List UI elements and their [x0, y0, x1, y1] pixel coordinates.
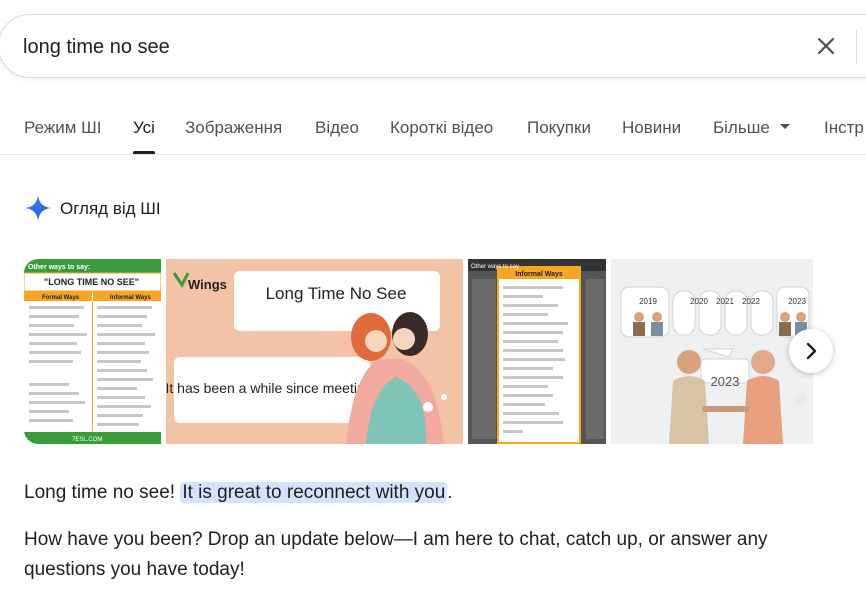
image-carousel: Other ways to say: "LONG TIME NO SEE" Fo… — [0, 259, 866, 444]
handshake-illustration: 2019 2020 2021 2022 2023 2023 — [611, 259, 813, 444]
year-label-4: 2022 — [742, 297, 760, 306]
year-label-5: 2023 — [788, 297, 806, 306]
image-thumbnail-1[interactable]: Other ways to say: "LONG TIME NO SEE" Fo… — [24, 259, 161, 444]
tab-news[interactable]: Новини — [622, 118, 681, 138]
illustration-image: Wings Long Time No See It has been a whi… — [166, 259, 463, 444]
tab-more[interactable]: Більше — [713, 118, 790, 138]
infographic-image-2: Other ways to say Informal Ways — [468, 259, 606, 444]
year-label-3: 2021 — [716, 297, 734, 306]
carousel-next-button[interactable] — [789, 329, 833, 373]
thumb3-col: Informal Ways — [515, 271, 563, 278]
tabs-divider — [0, 154, 866, 155]
tab-ai-mode[interactable]: Режим ШІ — [24, 118, 101, 138]
tab-tools[interactable]: Інстр — [824, 118, 864, 138]
thumb1-title: "LONG TIME NO SEE" — [44, 277, 139, 287]
year-label-2: 2020 — [690, 297, 708, 306]
infographic-image: Other ways to say: "LONG TIME NO SEE" Fo… — [24, 259, 161, 444]
search-tabs: Режим ШІ Усі Зображення Відео Короткі ві… — [0, 100, 866, 154]
year-label-1: 2019 — [639, 297, 657, 306]
thumb2-phrase: Long Time No See — [266, 284, 407, 303]
tab-videos[interactable]: Відео — [315, 118, 359, 138]
tab-all[interactable]: Усі — [133, 118, 155, 138]
chevron-right-icon — [806, 342, 817, 360]
thumb1-col1: Formal Ways — [42, 295, 80, 301]
tab-shopping[interactable]: Покупки — [527, 118, 591, 138]
thumb3-banner: Other ways to say — [471, 264, 519, 270]
caret-down-icon — [779, 124, 790, 130]
clear-button[interactable] — [809, 32, 843, 62]
tab-images[interactable]: Зображення — [185, 118, 282, 138]
thumb1-footer: 7ESL.COM — [72, 437, 102, 443]
image-thumbnail-2[interactable]: Wings Long Time No See It has been a whi… — [166, 259, 463, 444]
search-bar — [0, 14, 866, 78]
search-input[interactable] — [21, 27, 725, 67]
tab-more-label: Більше — [713, 118, 770, 137]
thumb2-logo: Wings — [188, 277, 227, 292]
ai-overview-title: Огляд від ШІ — [60, 199, 161, 218]
close-icon — [817, 37, 835, 55]
thumb1-col2: Informal Ways — [110, 295, 151, 301]
big-year-label: 2023 — [711, 374, 740, 389]
answer-period: . — [447, 482, 453, 503]
image-thumbnail-3[interactable]: Other ways to say Informal Ways — [468, 259, 606, 444]
search-divider — [856, 30, 857, 64]
thumb1-banner: Other ways to say: — [28, 264, 90, 271]
answer-highlighted-text[interactable]: It is great to reconnect with you — [180, 482, 448, 503]
image-thumbnail-4[interactable]: 2019 2020 2021 2022 2023 2023 — [611, 259, 813, 444]
tab-short-videos[interactable]: Короткі відео — [390, 118, 493, 138]
sparkle-icon — [25, 195, 51, 221]
ai-answer-line: Long time no see! It is great to reconne… — [24, 478, 844, 508]
answer-plain-text: Long time no see! — [24, 482, 181, 503]
ai-answer-paragraph: How have you been? Drop an update below—… — [24, 529, 768, 580]
thumb2-caption: It has been a while since meeting — [166, 380, 373, 396]
